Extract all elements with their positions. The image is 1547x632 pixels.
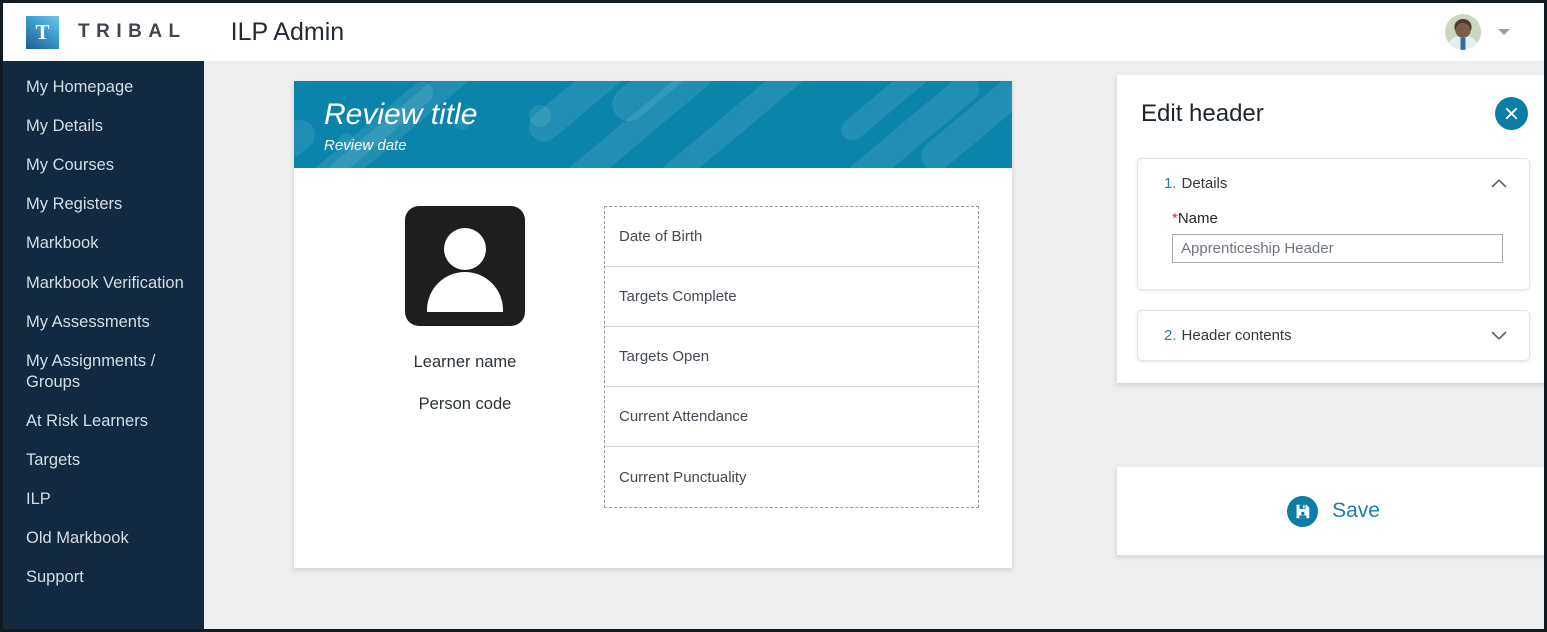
person-icon <box>405 206 525 326</box>
name-field-label: *Name <box>1172 210 1503 227</box>
learner-name-placeholder: Learner name <box>413 353 517 371</box>
field-row[interactable]: Current Punctuality <box>605 447 978 507</box>
save-floppy-icon <box>1287 495 1319 527</box>
edit-panel-title: Edit header <box>1141 99 1264 127</box>
app-window: T TRIBAL ILP Admin My Homepage My Detail… <box>0 0 1547 632</box>
app-title: ILP Admin <box>230 17 345 46</box>
edit-panel-header: Edit header <box>1137 93 1530 130</box>
accordion-body-details: *Name <box>1138 208 1529 289</box>
sidebar-item-my-registers[interactable]: My Registers <box>3 185 204 224</box>
accordion-header-header-contents[interactable]: 2. Header contents <box>1138 311 1529 360</box>
sidebar-item-my-assessments[interactable]: My Assessments <box>3 303 204 342</box>
tribal-logo-mark-icon: T <box>26 15 59 49</box>
sidebar-item-markbook[interactable]: Markbook <box>3 224 204 263</box>
learner-summary: Learner name Person code <box>374 206 556 508</box>
sidebar-item-ilp[interactable]: ILP <box>3 480 204 519</box>
close-button[interactable] <box>1495 97 1528 130</box>
save-button-label: Save <box>1332 499 1380 522</box>
field-row[interactable]: Date of Birth <box>605 207 978 267</box>
sidebar-item-my-assignments-groups[interactable]: My Assignments / Groups <box>3 342 204 402</box>
sidebar-item-my-courses[interactable]: My Courses <box>3 146 204 185</box>
edit-header-panel: Edit header 1. Details *Name Apprentices… <box>1117 75 1544 383</box>
sidebar-item-my-homepage[interactable]: My Homepage <box>3 68 204 107</box>
name-label-text: Name <box>1177 210 1218 227</box>
chevron-down-icon[interactable] <box>1491 330 1507 341</box>
review-banner[interactable]: Review title Review date <box>294 81 1012 168</box>
person-head-shape <box>444 228 486 270</box>
sidebar-item-old-markbook[interactable]: Old Markbook <box>3 519 204 558</box>
review-title: Review title <box>324 98 478 131</box>
header-fields-list[interactable]: Date of Birth Targets Complete Targets O… <box>604 206 979 508</box>
save-panel: Save <box>1117 467 1544 555</box>
tribal-logo[interactable]: T TRIBAL <box>26 15 187 49</box>
accordion-label: Details <box>1181 175 1228 192</box>
main-content-area: Review title Review date Learner name Pe… <box>204 61 1544 629</box>
review-preview-card: Review title Review date Learner name Pe… <box>294 81 1012 568</box>
sidebar-navigation: My Homepage My Details My Courses My Reg… <box>3 61 204 629</box>
accordion-section-details: 1. Details *Name <box>1137 158 1530 290</box>
close-icon <box>1505 107 1518 120</box>
sidebar-item-my-details[interactable]: My Details <box>3 107 204 146</box>
name-input[interactable] <box>1172 234 1503 263</box>
sidebar-item-targets[interactable]: Targets <box>3 441 204 480</box>
accordion-section-header-contents: 2. Header contents <box>1137 310 1530 361</box>
top-navigation-bar: T TRIBAL ILP Admin <box>3 3 1544 61</box>
save-button[interactable]: Save <box>1281 495 1386 528</box>
person-shoulders-shape <box>427 272 503 312</box>
accordion-number: 1. <box>1164 175 1177 192</box>
avatar-tie <box>1460 38 1466 50</box>
avatar-face <box>1455 23 1471 38</box>
accordion-label: Header contents <box>1181 327 1292 344</box>
field-row[interactable]: Targets Complete <box>605 267 978 327</box>
review-body: Learner name Person code Date of Birth T… <box>294 168 1012 568</box>
sidebar-item-at-risk-learners[interactable]: At Risk Learners <box>3 402 204 441</box>
sidebar-item-support[interactable]: Support <box>3 558 204 597</box>
user-menu[interactable] <box>1445 14 1510 50</box>
tribal-logo-wordmark: TRIBAL <box>78 21 187 42</box>
review-date: Review date <box>324 137 407 154</box>
chevron-down-icon[interactable] <box>1498 29 1510 35</box>
accordion-number: 2. <box>1164 327 1177 344</box>
chevron-up-icon[interactable] <box>1491 178 1507 189</box>
banner-text-group: Review title Review date <box>324 98 477 154</box>
field-row[interactable]: Targets Open <box>605 327 978 387</box>
sidebar-item-markbook-verification[interactable]: Markbook Verification <box>3 264 204 303</box>
person-code-placeholder: Person code <box>418 395 512 413</box>
field-row[interactable]: Current Attendance <box>605 387 978 447</box>
accordion-header-details[interactable]: 1. Details <box>1138 159 1529 208</box>
avatar[interactable] <box>1445 14 1481 50</box>
